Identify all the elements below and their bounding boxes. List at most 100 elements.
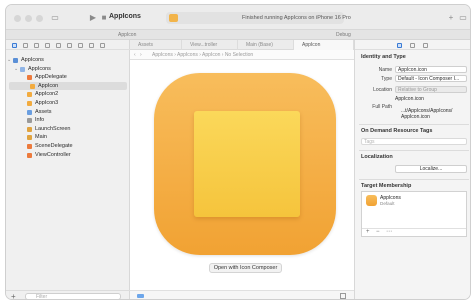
odr-tags-title: On Demand Resource Tags (361, 128, 433, 134)
remove-target-icon[interactable]: − (376, 229, 380, 235)
navigator-item[interactable]: Assets (6, 108, 130, 117)
icon-preview-canvas: Open with Icon Composer (130, 60, 354, 290)
localize-button[interactable]: Localize... (395, 165, 467, 173)
navigator-item[interactable]: ViewController (6, 151, 130, 160)
name-label: Name (378, 67, 392, 73)
storyboard-file-icon (27, 135, 32, 141)
navigator-item-label: Info (35, 117, 45, 124)
nav-back-icon[interactable]: ‹ (134, 50, 136, 60)
scheme-name[interactable]: AppIcons (109, 13, 141, 20)
editor-footer (130, 290, 354, 299)
navigator-item[interactable]: AppIcon (9, 81, 127, 91)
full-path-label: Full Path (372, 104, 392, 110)
editor-tabs: Assets View...troller Main (Base) AppIcon (130, 40, 354, 50)
navigator-filter-field[interactable]: Filter (25, 293, 121, 300)
type-select[interactable]: Default - Icon Composer I... (395, 75, 467, 82)
editor-tab[interactable]: View...troller (182, 40, 238, 50)
show-tree-icon[interactable] (137, 294, 144, 298)
folder-file-icon (20, 66, 25, 72)
navigator-item-label: Assets (35, 108, 52, 115)
jump-bar[interactable]: ‹ › AppIcons › AppIcons › AppIcon › No S… (130, 50, 354, 60)
history-inspector-icon[interactable] (410, 43, 415, 48)
navigator-item[interactable]: Info (6, 116, 130, 125)
inspector-toolbar (355, 40, 470, 50)
quick-help-icon[interactable] (423, 43, 428, 48)
window-tab-appicon[interactable]: AppIcon (118, 32, 136, 38)
target-membership-title: Target Membership (361, 183, 412, 189)
localization-title: Localization (361, 154, 393, 160)
navigator-item-label: LaunchScreen (35, 125, 71, 132)
divider (359, 124, 469, 125)
editor-area: Assets View...troller Main (Base) AppIcon ‹… (130, 40, 354, 299)
divider (359, 150, 469, 151)
source-control-icon[interactable] (23, 43, 28, 48)
project-navigator-icon[interactable] (12, 43, 17, 48)
close-window-button[interactable] (14, 15, 21, 22)
identity-type-title: Identity and Type (361, 54, 406, 60)
nav-forward-icon[interactable]: › (140, 50, 142, 60)
find-navigator-icon[interactable] (45, 43, 50, 48)
location-select[interactable]: Relative to Group (395, 86, 467, 93)
navigator-item[interactable]: SceneDelegate (6, 142, 130, 151)
tags-field[interactable]: Tags (361, 138, 467, 145)
navigator-item-label: AppDelegate (35, 74, 67, 81)
sidebar-toggle-icon[interactable]: ▭ (50, 13, 60, 23)
editor-tab[interactable]: Main (Base) (238, 40, 294, 50)
minimize-window-button[interactable] (25, 15, 32, 22)
test-navigator-icon[interactable] (67, 43, 72, 48)
project-file-icon (13, 58, 18, 63)
icon-file-icon (30, 83, 35, 89)
navigator-item[interactable]: AppIcon2 (6, 90, 130, 99)
navigator-item-label: AppIcons (21, 57, 44, 63)
activity-status: Finished running AppIcons on iPhone 16 P… (166, 12, 351, 24)
filter-placeholder: Filter (36, 294, 48, 300)
app-icon-glyph (194, 111, 300, 217)
open-with-icon-composer-button[interactable]: Open with Icon Composer (209, 263, 282, 273)
assets-file-icon (27, 109, 32, 115)
project-navigator: ⌄ AppIcons ⌄ AppIcons AppDelegate AppIcon AppI… (6, 40, 130, 300)
xcode-window: ▭ ▶ ■ AppIcons Finished running AppIcons… (5, 4, 471, 300)
navigator-item[interactable]: ⌄ AppIcons (6, 65, 130, 74)
more-options-icon[interactable]: ⋯ (386, 228, 392, 235)
navigator-item-label: AppIcon2 (35, 91, 59, 98)
navigator-toolbar (6, 40, 130, 50)
add-file-icon[interactable]: + (11, 292, 16, 299)
editor-tab[interactable]: AppIcon (294, 40, 354, 50)
navigator-item[interactable]: AppDelegate (6, 73, 130, 82)
jump-bar-path[interactable]: AppIcons › AppIcons › AppIcon › No Selec… (152, 50, 253, 60)
breakpoint-navigator-icon[interactable] (89, 43, 94, 48)
disclosure-chevron-icon[interactable]: ⌄ (14, 65, 18, 74)
navigator-item[interactable]: Main (6, 133, 130, 142)
target-membership-list: AppIcons Default + − ⋯ (361, 191, 467, 237)
inspector-toggle-icon[interactable]: ▭ (458, 13, 468, 23)
library-plus-icon[interactable]: + (446, 13, 456, 23)
title-bar: ▭ ▶ ■ AppIcons Finished running AppIcons… (6, 5, 470, 30)
zoom-window-button[interactable] (36, 15, 43, 22)
inspector-panel: Identity and Type Name AppIcon.icon Type… (354, 40, 470, 299)
navigator-item[interactable]: ⌄ AppIcons (6, 56, 130, 65)
canvas-options-icon[interactable] (340, 293, 346, 299)
disclosure-chevron-icon[interactable]: ⌄ (7, 56, 11, 65)
target-list-footer: + − ⋯ (362, 228, 466, 236)
run-icon[interactable]: ▶ (88, 13, 98, 23)
icon-file-icon (27, 92, 32, 98)
divider (359, 179, 469, 180)
file-inspector-icon[interactable] (397, 43, 402, 48)
symbol-navigator-icon[interactable] (34, 43, 39, 48)
location-label: Location (373, 87, 392, 93)
window-tab-debug[interactable]: Debug (336, 32, 351, 38)
issue-navigator-icon[interactable] (56, 43, 61, 48)
editor-tab[interactable]: Assets (130, 40, 182, 50)
navigator-item[interactable]: LaunchScreen (6, 125, 130, 134)
navigator-item-label: AppIcon3 (35, 99, 59, 106)
navigator-item-label: ViewController (35, 151, 71, 158)
app-icon-preview (154, 73, 336, 255)
add-target-icon[interactable]: + (366, 229, 370, 235)
navigator-item[interactable]: AppIcon3 (6, 99, 130, 108)
name-field[interactable]: AppIcon.icon (395, 66, 467, 73)
stop-icon[interactable]: ■ (99, 13, 109, 23)
full-path-value: ...t/AppIcons/AppIcons/ AppIcon.icon (401, 108, 453, 120)
debug-navigator-icon[interactable] (78, 43, 83, 48)
report-navigator-icon[interactable] (100, 43, 105, 48)
swift-file-icon (27, 152, 32, 158)
